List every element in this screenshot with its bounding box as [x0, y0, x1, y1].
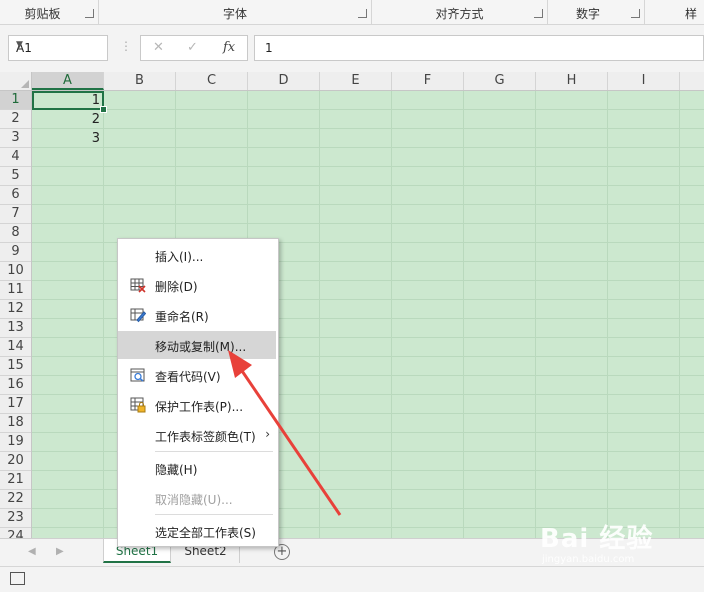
watermark-url: jingyan.baidu.com: [542, 554, 635, 565]
baidu-jingyan-watermark: Bai 经验 jingyan.baidu.com: [540, 518, 700, 576]
annotation-arrow-shaft: [236, 364, 342, 516]
watermark-brand: Bai 经验: [540, 524, 654, 554]
annotation-arrow-head: [228, 350, 252, 378]
annotation-arrow: [228, 350, 342, 516]
